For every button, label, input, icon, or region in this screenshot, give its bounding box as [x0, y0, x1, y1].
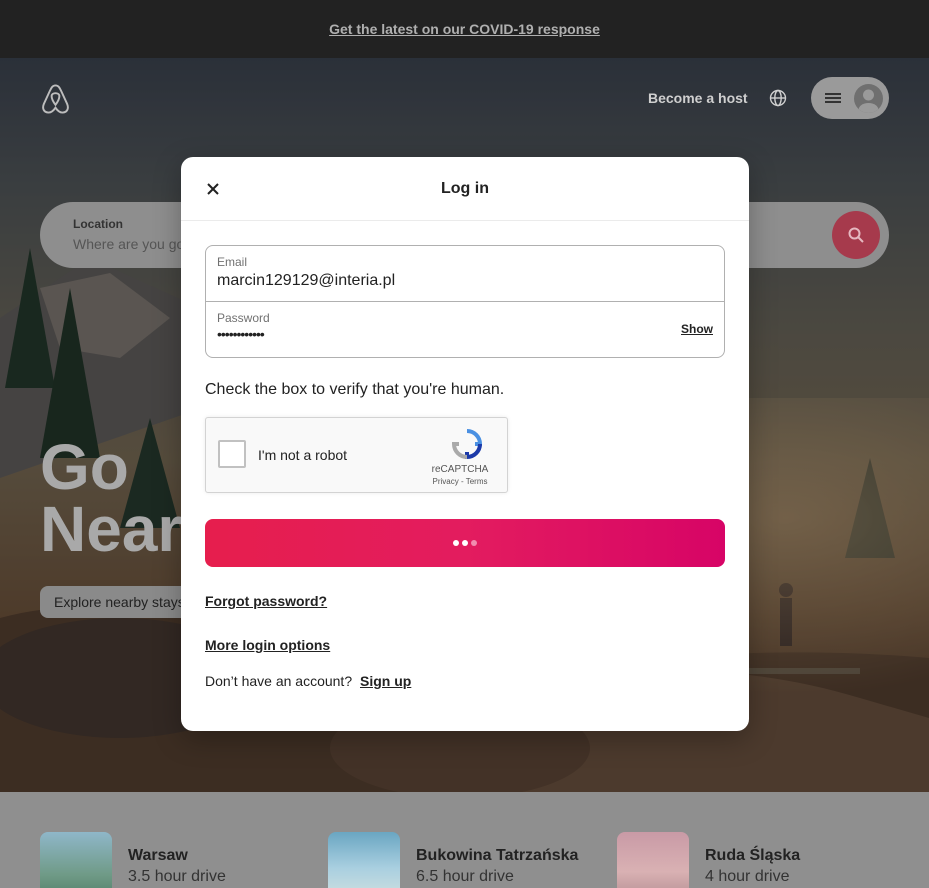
location-label: Location: [73, 217, 123, 231]
user-menu-button[interactable]: [811, 77, 889, 119]
airbnb-logo-icon[interactable]: [40, 82, 71, 116]
recaptcha-checkbox[interactable]: [218, 440, 246, 468]
globe-icon[interactable]: [769, 89, 787, 107]
nearby-destinations: Warsaw 3.5 hour drive Bukowina Tatrzańsk…: [0, 792, 929, 888]
hero-title-line1: Go: [40, 431, 129, 503]
email-field[interactable]: Email marcin129129@interia.pl: [206, 246, 724, 302]
modal-title: Log in: [441, 180, 489, 197]
explore-nearby-button[interactable]: Explore nearby stays: [40, 586, 199, 618]
loading-dot: [453, 540, 459, 546]
hero-title-line2: Near: [40, 493, 183, 565]
destination-distance: 4 hour drive: [705, 868, 790, 885]
continue-button[interactable]: [205, 519, 725, 567]
loading-dot: [462, 540, 468, 546]
recaptcha-brand: reCAPTCHA: [431, 464, 489, 475]
signup-row: Don’t have an account? Sign up: [205, 673, 411, 689]
user-avatar-icon: [858, 89, 879, 113]
destination-name: Bukowina Tatrzańska: [416, 847, 579, 864]
signup-link[interactable]: Sign up: [360, 673, 411, 689]
more-login-options-link[interactable]: More login options: [205, 637, 330, 653]
loading-dot: [471, 540, 477, 546]
show-password-button[interactable]: Show: [681, 322, 713, 336]
destination-card[interactable]: Ruda Śląska 4 hour drive: [617, 832, 800, 888]
hamburger-menu-icon: [825, 93, 841, 103]
recaptcha-logo-icon: [451, 429, 483, 460]
email-label: Email: [217, 255, 248, 269]
credentials-group: Email marcin129129@interia.pl Password •…: [205, 245, 725, 358]
covid-banner: Get the latest on our COVID-19 response: [0, 0, 929, 58]
destination-name: Warsaw: [128, 847, 188, 864]
covid-response-link[interactable]: Get the latest on our COVID-19 response: [329, 21, 600, 37]
email-input[interactable]: marcin129129@interia.pl: [217, 272, 713, 290]
become-host-link[interactable]: Become a host: [648, 90, 748, 106]
password-field[interactable]: Password •••••••••••• Show: [206, 302, 724, 358]
hero-title: Go Near: [40, 431, 183, 565]
avatar: [854, 83, 883, 113]
no-account-text: Don’t have an account?: [205, 673, 353, 689]
destination-distance: 3.5 hour drive: [128, 868, 226, 885]
destination-name: Ruda Śląska: [705, 847, 801, 864]
destination-distance: 6.5 hour drive: [416, 868, 514, 885]
destination-thumbnail: [617, 832, 689, 888]
destination-thumbnail: [328, 832, 400, 888]
recaptcha-widget: I'm not a robot reCAPTCHA Privacy - Term…: [205, 417, 508, 493]
recaptcha-label: I'm not a robot: [258, 447, 348, 463]
forgot-password-link[interactable]: Forgot password?: [205, 593, 327, 609]
recaptcha-links[interactable]: Privacy - Terms: [425, 477, 495, 486]
destination-thumbnail: [40, 832, 112, 888]
destination-card[interactable]: Warsaw 3.5 hour drive: [40, 832, 226, 888]
login-modal: Log in Email marcin129129@interia.pl Pas…: [181, 157, 749, 731]
modal-header: Log in: [181, 157, 749, 221]
search-button[interactable]: [832, 211, 880, 259]
search-icon: [848, 227, 864, 243]
password-input[interactable]: ••••••••••••: [217, 327, 713, 341]
password-label: Password: [217, 311, 270, 325]
destination-card[interactable]: Bukowina Tatrzańska 6.5 hour drive: [328, 832, 578, 888]
verify-instruction: Check the box to verify that you're huma…: [205, 381, 505, 398]
